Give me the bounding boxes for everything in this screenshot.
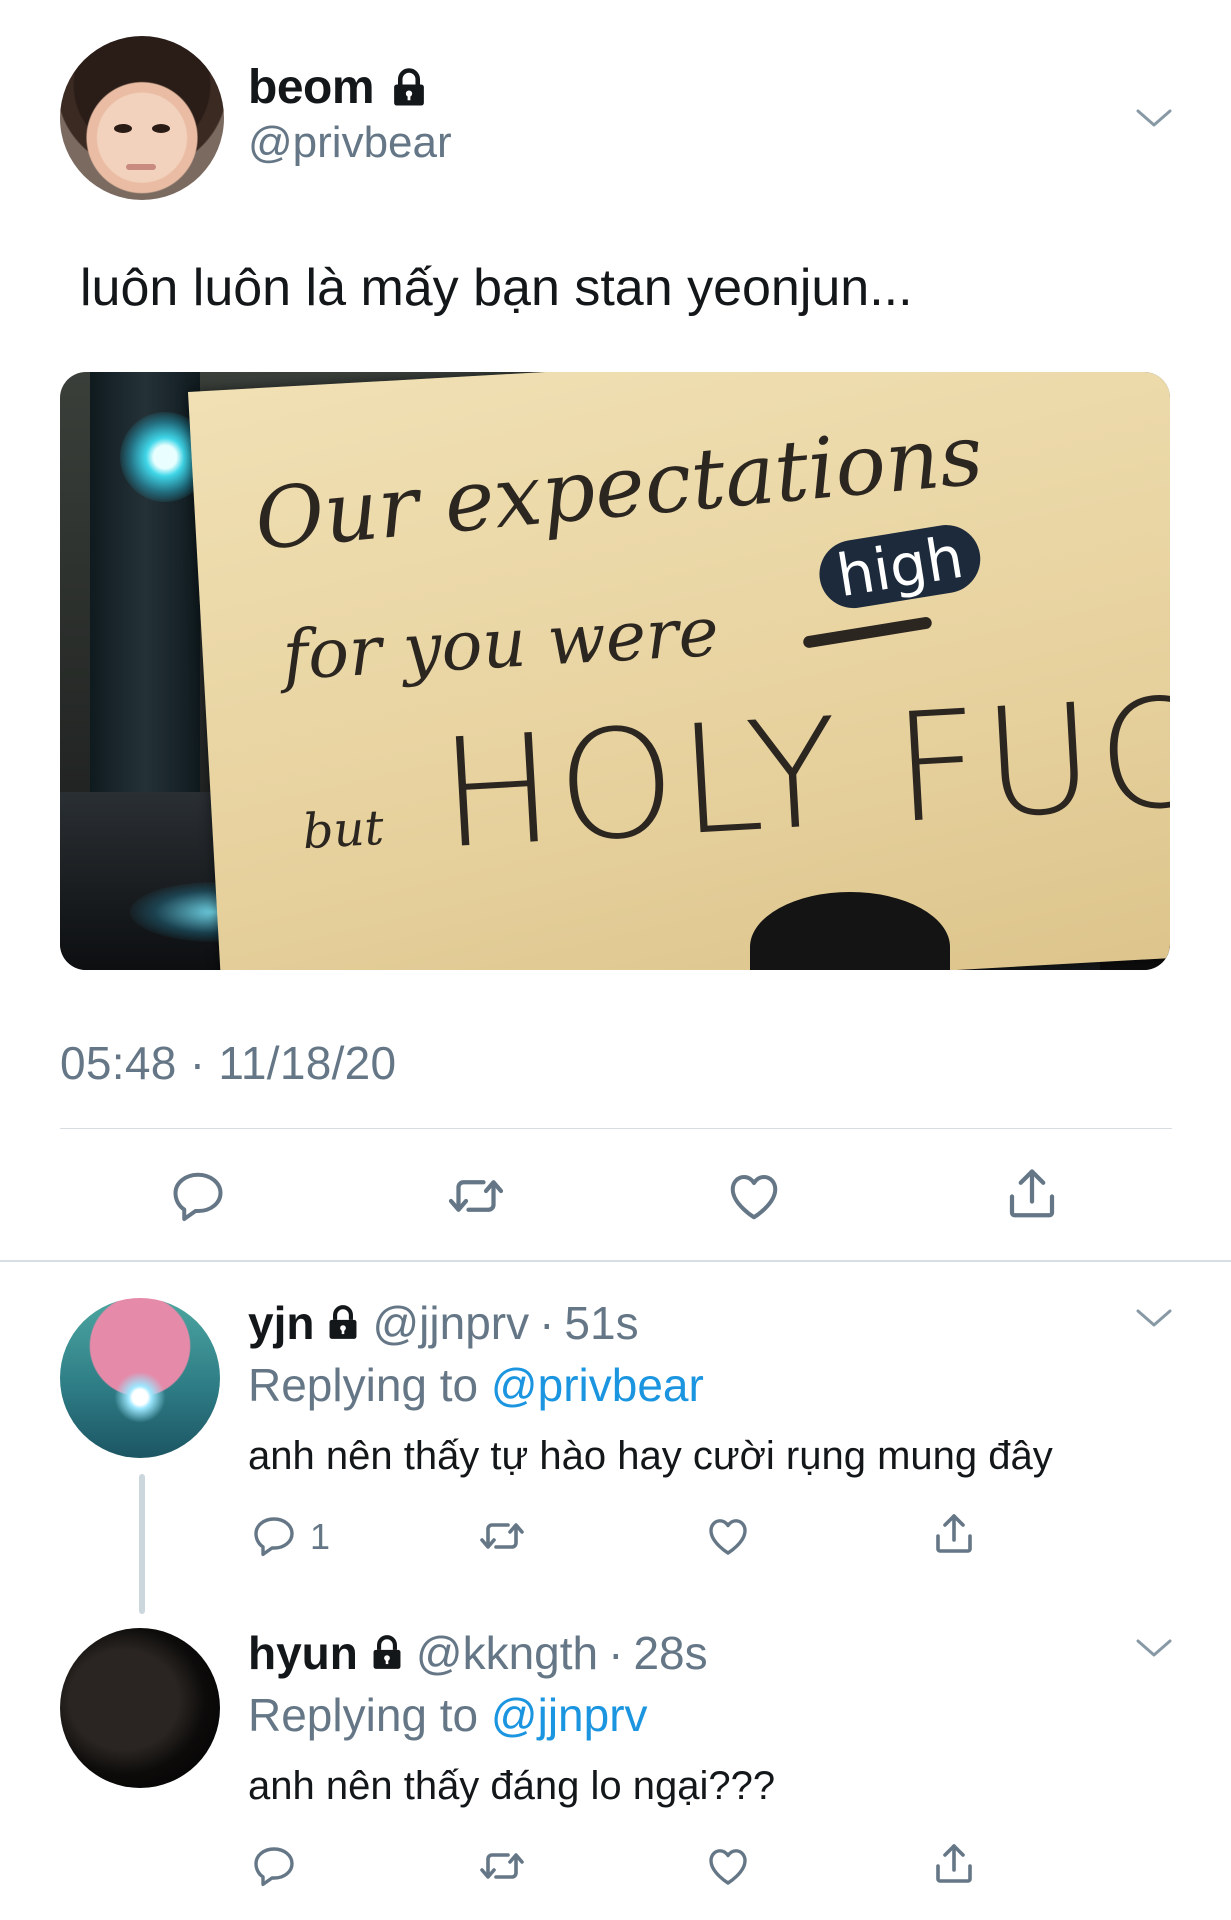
reply-text: anh nên thấy tự hào hay cười rụng mung đ… — [248, 1434, 1053, 1478]
reply-header: hyun @kkngth · 28s — [248, 1626, 708, 1680]
like-icon[interactable] — [704, 1842, 752, 1890]
author-display-name[interactable]: beom — [248, 60, 430, 115]
tweet-action-bar — [0, 1162, 1231, 1232]
divider — [60, 1128, 1172, 1129]
lock-icon — [394, 67, 424, 105]
reply-icon[interactable] — [250, 1842, 298, 1890]
reply-action-bar: 1 — [0, 1510, 1231, 1566]
sign-line-3: HOLY FUCK — [436, 660, 1170, 883]
cardboard-sign: Our expectations for you were high but H… — [188, 372, 1170, 970]
like-icon[interactable] — [704, 1512, 752, 1560]
reply-handle[interactable]: @jjnprv — [372, 1296, 529, 1350]
replying-to-line: Replying to @jjnprv — [248, 1688, 648, 1742]
replying-to-line: Replying to @privbear — [248, 1358, 704, 1412]
reply-handle[interactable]: @kkngth — [416, 1626, 598, 1680]
tweet-detail-page: beom @privbear luôn luôn là mấy bạn stan… — [0, 0, 1231, 1920]
author-name-text[interactable]: beom — [248, 60, 375, 115]
reply-avatar[interactable] — [60, 1298, 220, 1458]
retweet-icon[interactable] — [478, 1512, 526, 1560]
separator-dot: · — [539, 1297, 555, 1349]
tweet-text: luôn luôn là mấy bạn stan yeonjun... — [80, 259, 913, 317]
author-avatar[interactable] — [60, 36, 224, 200]
reply-count: 1 — [310, 1516, 331, 1557]
sign-highlight-word: high — [814, 519, 986, 614]
tweet-timestamp[interactable]: 05:48 · 11/18/20 — [60, 1036, 396, 1090]
reply-text: anh nên thấy đáng lo ngại??? — [248, 1764, 776, 1808]
tweet-media-image[interactable]: Our expectations for you were high but H… — [60, 372, 1170, 970]
replying-to-mention[interactable]: @privbear — [491, 1359, 704, 1411]
lock-icon — [373, 1635, 401, 1669]
reply-time[interactable]: 28s — [633, 1626, 707, 1680]
reply-action-bar — [0, 1840, 1231, 1896]
reply-header: yjn @jjnprv · 51s — [248, 1296, 639, 1350]
sign-line-2: for you were — [280, 592, 721, 697]
reply-icon[interactable] — [168, 1166, 228, 1226]
sign-line-3-prefix: but — [301, 799, 386, 861]
reply-display-name[interactable]: hyun — [248, 1626, 358, 1680]
avatar-eye — [152, 124, 170, 133]
reply-display-name[interactable]: yjn — [248, 1296, 314, 1350]
replying-prefix: Replying to — [248, 1689, 479, 1741]
replying-to-mention[interactable]: @jjnprv — [491, 1689, 648, 1741]
reply-avatar[interactable] — [60, 1628, 220, 1788]
chevron-down-icon[interactable] — [1134, 106, 1174, 130]
reply-icon[interactable] — [250, 1512, 298, 1560]
chevron-down-icon[interactable] — [1134, 1306, 1174, 1330]
share-icon[interactable] — [930, 1840, 978, 1888]
replying-prefix: Replying to — [248, 1359, 479, 1411]
sign-underline — [802, 616, 933, 649]
chevron-down-icon[interactable] — [1134, 1636, 1174, 1660]
avatar-eye — [114, 124, 132, 133]
author-handle[interactable]: @privbear — [248, 118, 452, 168]
retweet-icon[interactable] — [478, 1842, 526, 1890]
share-icon[interactable] — [930, 1510, 978, 1558]
reply-time[interactable]: 51s — [564, 1296, 638, 1350]
divider — [0, 1260, 1231, 1262]
like-icon[interactable] — [724, 1166, 784, 1226]
share-icon[interactable] — [1002, 1164, 1062, 1224]
retweet-icon[interactable] — [446, 1166, 506, 1226]
separator-dot: · — [608, 1627, 624, 1679]
avatar-mouth — [126, 164, 156, 170]
lock-icon — [330, 1305, 357, 1339]
